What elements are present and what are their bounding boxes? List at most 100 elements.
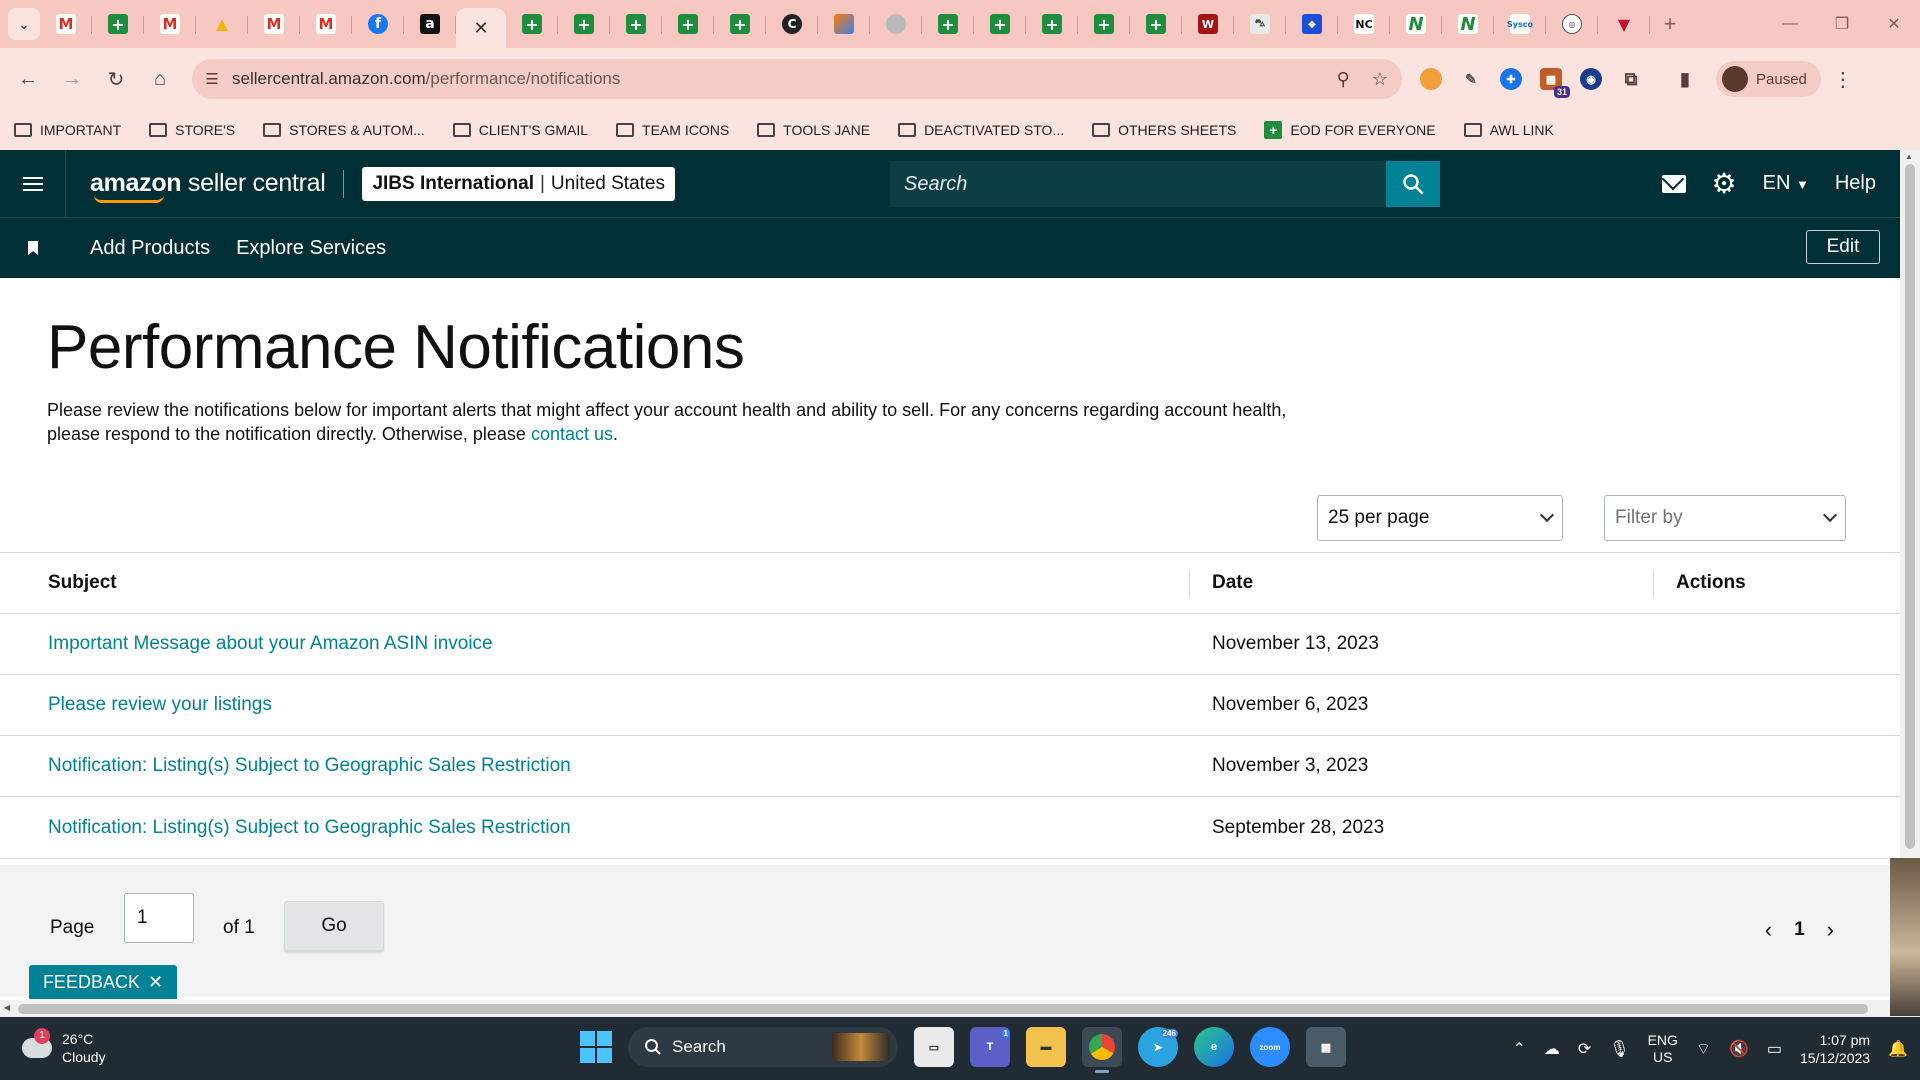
- page-number-input[interactable]: [124, 893, 194, 943]
- browser-tab[interactable]: ▼: [1598, 0, 1650, 48]
- browser-tab[interactable]: +: [1130, 0, 1182, 48]
- menu-hamburger-icon[interactable]: [0, 150, 66, 217]
- microphone-icon[interactable]: 🎙: [1609, 1039, 1629, 1059]
- notification-bell-icon[interactable]: 🔔: [1888, 1039, 1908, 1059]
- bookmark-item[interactable]: STORES & AUTOM...: [263, 122, 425, 138]
- browser-tab[interactable]: +: [1078, 0, 1130, 48]
- calculator-icon[interactable]: ▦: [1306, 1027, 1346, 1067]
- zoom-icon[interactable]: ⚲: [1337, 69, 1350, 90]
- browser-tab[interactable]: N: [1390, 0, 1442, 48]
- language-selector[interactable]: EN ▼: [1763, 172, 1809, 195]
- account-switcher[interactable]: JIBS International | United States: [362, 166, 675, 201]
- bookmark-item[interactable]: IMPORTANT: [14, 122, 121, 138]
- notification-subject-link[interactable]: Important Message about your Amazon ASIN…: [48, 633, 493, 655]
- extension-dark-blue-icon[interactable]: ◉: [1580, 68, 1602, 90]
- browser-tab[interactable]: +: [610, 0, 662, 48]
- forward-button[interactable]: →: [50, 57, 94, 101]
- extension-blue-icon[interactable]: ✚: [1500, 68, 1522, 90]
- date-header[interactable]: Date: [1212, 572, 1253, 594]
- bookmark-icon[interactable]: [0, 241, 66, 255]
- browser-tab[interactable]: +: [506, 0, 558, 48]
- browser-tab[interactable]: +: [922, 0, 974, 48]
- chevron-up-icon[interactable]: ⌃: [1512, 1039, 1525, 1059]
- bookmark-item[interactable]: TEAM ICONS: [616, 122, 729, 138]
- browser-tab[interactable]: M: [40, 0, 92, 48]
- clock[interactable]: 1:07 pm 15/12/2023: [1800, 1031, 1870, 1067]
- address-bar[interactable]: ☰ sellercentral.amazon.com/performance/n…: [192, 59, 1402, 99]
- notification-subject-link[interactable]: Notification: Listing(s) Subject to Geog…: [48, 755, 571, 777]
- bookmark-item[interactable]: OTHERS SHEETS: [1092, 122, 1236, 138]
- browser-tab[interactable]: NC: [1338, 0, 1390, 48]
- browser-tab[interactable]: +: [1026, 0, 1078, 48]
- bookmark-item[interactable]: STORE'S: [149, 122, 235, 138]
- next-page-icon[interactable]: ›: [1827, 917, 1834, 943]
- bookmark-item[interactable]: TOOLS JANE: [757, 122, 870, 138]
- browser-tab[interactable]: C: [766, 0, 818, 48]
- browser-tab[interactable]: N: [1442, 0, 1494, 48]
- side-panel-icon[interactable]: ▮: [1674, 68, 1696, 90]
- subnav-link[interactable]: Explore Services: [236, 237, 386, 260]
- teams-icon[interactable]: T1: [970, 1027, 1010, 1067]
- browser-tab[interactable]: +: [558, 0, 610, 48]
- browser-tab[interactable]: [818, 0, 870, 48]
- language-indicator[interactable]: ENG US: [1648, 1032, 1678, 1066]
- extension-orange-icon[interactable]: [1420, 68, 1442, 90]
- telegram-icon[interactable]: ➤ 246: [1138, 1027, 1178, 1067]
- search-input[interactable]: [890, 161, 1386, 207]
- zoom-icon[interactable]: zoom: [1250, 1027, 1290, 1067]
- subject-header[interactable]: Subject: [48, 572, 117, 594]
- browser-tab[interactable]: [870, 0, 922, 48]
- restore-button[interactable]: ❐: [1816, 0, 1868, 48]
- subnav-link[interactable]: Add Products: [90, 237, 210, 260]
- bookmark-item[interactable]: CLIENT'S GMAIL: [452, 122, 588, 138]
- browser-tab[interactable]: +: [92, 0, 144, 48]
- browser-tab[interactable]: ▲: [196, 0, 248, 48]
- amazon-seller-central-logo[interactable]: amazon seller central: [90, 169, 326, 203]
- edge-icon[interactable]: e: [1194, 1027, 1234, 1067]
- extensions-puzzle-icon[interactable]: ⧉: [1620, 68, 1642, 90]
- bookmark-item[interactable]: + EOD FOR EVERYONE: [1264, 121, 1436, 139]
- bookmark-item[interactable]: AWL LINK: [1463, 122, 1554, 138]
- active-tab-close-icon[interactable]: ✕: [456, 8, 506, 48]
- bookmark-star-icon[interactable]: ☆: [1372, 69, 1388, 90]
- home-button[interactable]: ⌂: [138, 57, 182, 101]
- sync-icon[interactable]: ⟳: [1578, 1039, 1591, 1059]
- browser-tab[interactable]: a: [404, 0, 456, 48]
- go-button[interactable]: Go: [284, 901, 384, 951]
- browser-tab[interactable]: ◎: [1546, 0, 1598, 48]
- file-explorer-icon[interactable]: ▬: [1026, 1027, 1066, 1067]
- feedback-tab[interactable]: FEEDBACK ✕: [29, 965, 177, 999]
- site-info-icon[interactable]: ☰: [192, 70, 232, 88]
- current-page[interactable]: 1: [1794, 919, 1805, 941]
- browser-tab[interactable]: Sysco: [1494, 0, 1546, 48]
- browser-tab[interactable]: +: [714, 0, 766, 48]
- browser-tab[interactable]: +: [974, 0, 1026, 48]
- profile-button[interactable]: Paused: [1716, 61, 1821, 97]
- close-window-button[interactable]: ✕: [1868, 0, 1920, 48]
- contact-us-link[interactable]: contact us: [531, 424, 613, 444]
- browser-menu-icon[interactable]: ⋮: [1833, 67, 1853, 92]
- windows-start-icon[interactable]: [580, 1031, 612, 1063]
- minimize-button[interactable]: —: [1764, 0, 1816, 48]
- horizontal-scrollbar[interactable]: ◀: [0, 1000, 1920, 1017]
- browser-tab[interactable]: M: [144, 0, 196, 48]
- notification-subject-link[interactable]: Notification: Listing(s) Subject to Geog…: [48, 817, 571, 839]
- taskbar-search[interactable]: Search: [628, 1027, 898, 1067]
- task-view-icon[interactable]: ▭: [914, 1027, 954, 1067]
- speaker-muted-icon[interactable]: 🔇: [1729, 1039, 1749, 1059]
- filter-select[interactable]: Filter by: [1604, 495, 1846, 541]
- wifi-icon[interactable]: ⌔: [1696, 1039, 1711, 1059]
- mail-icon[interactable]: [1661, 174, 1686, 193]
- weather-widget[interactable]: 1 26°C Cloudy: [22, 1028, 106, 1066]
- gear-icon[interactable]: ⚙: [1712, 169, 1737, 198]
- tab-search-button[interactable]: ⌄: [8, 8, 40, 40]
- per-page-select[interactable]: 25 per page: [1317, 495, 1563, 541]
- browser-tab[interactable]: ◆: [1286, 0, 1338, 48]
- search-button[interactable]: [1386, 161, 1440, 207]
- extension-calendar-icon[interactable]: ▦ 31: [1540, 68, 1570, 98]
- help-link[interactable]: Help: [1835, 172, 1876, 195]
- previous-page-icon[interactable]: ‹: [1765, 917, 1772, 943]
- onedrive-icon[interactable]: ☁: [1544, 1039, 1560, 1059]
- extension-pen-icon[interactable]: ✎: [1460, 68, 1482, 90]
- reload-button[interactable]: ↻: [94, 57, 138, 101]
